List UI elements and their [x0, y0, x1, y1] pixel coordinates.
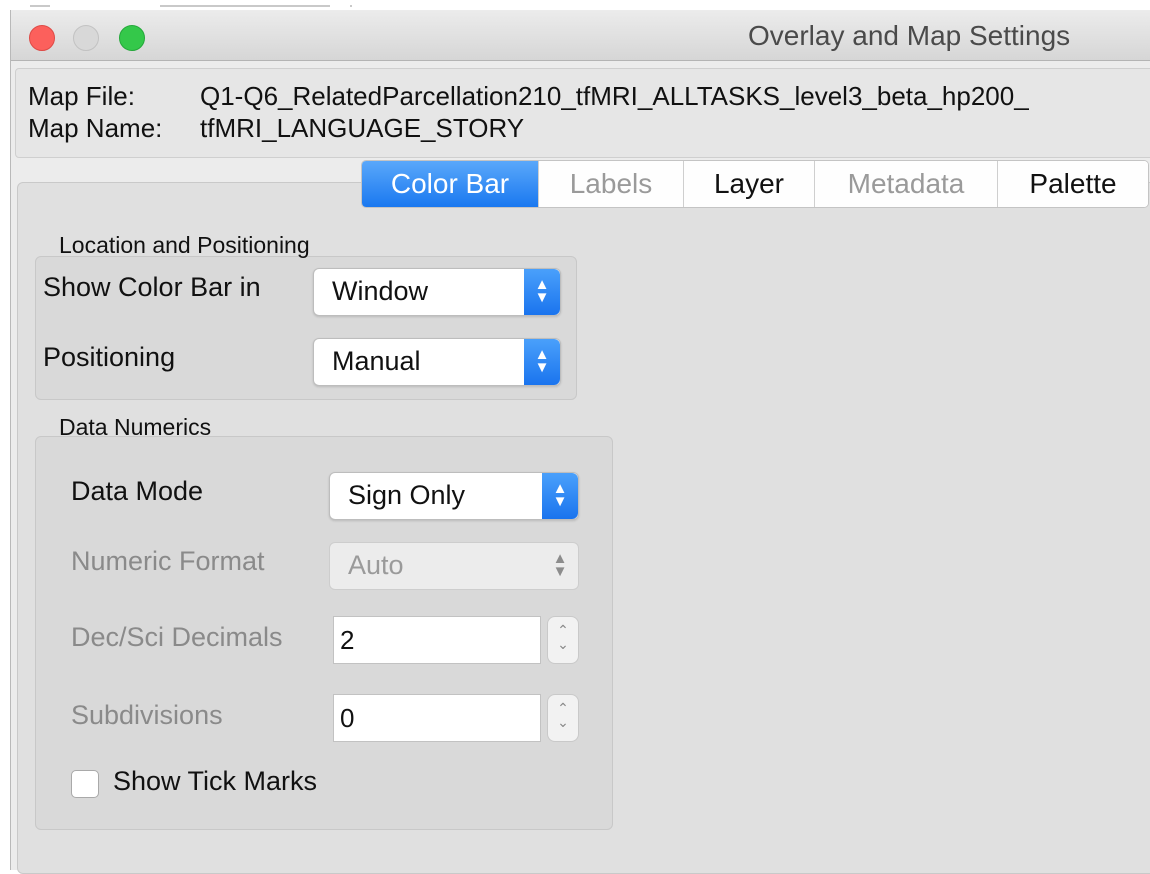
window-title: Overlay and Map Settings	[748, 20, 1071, 51]
show-color-bar-value: Window	[332, 276, 429, 306]
title-bar: Overlay and Map Settings	[11, 10, 1150, 61]
map-info-box: Map File: Q1-Q6_RelatedParcellation210_tf…	[15, 68, 1150, 158]
decimals-input[interactable]	[334, 617, 526, 663]
subdivisions-input[interactable]	[334, 695, 526, 741]
map-name-label: Map Name:	[28, 113, 163, 143]
numeric-format-label: Numeric Format	[71, 546, 265, 576]
data-mode-value: Sign Only	[348, 480, 466, 510]
data-numerics-group-title: Data Numerics	[59, 414, 212, 440]
stepper-up-icon[interactable]: ⌃	[548, 695, 578, 715]
subdivisions-label: Subdivisions	[71, 700, 223, 730]
tab-bar: Color Bar Labels Layer Metadata Palette	[361, 160, 1149, 208]
subdivisions-stepper[interactable]: ⌃ ⌄	[547, 694, 579, 742]
map-name-value: tfMRI_LANGUAGE_STORY	[200, 113, 525, 143]
settings-window: Overlay and Map Settings Map File: Q1-Q6_…	[10, 10, 1150, 874]
tab-labels: Labels	[539, 161, 684, 207]
positioning-select[interactable]: Manual ▲ ▼	[313, 338, 561, 386]
updown-arrows-icon: ▲ ▼	[524, 339, 560, 385]
updown-arrows-icon: ▲ ▼	[542, 473, 578, 519]
updown-arrows-icon: ▲ ▼	[552, 550, 568, 580]
show-tick-marks-checkbox[interactable]	[71, 770, 99, 798]
maximize-button[interactable]	[119, 25, 145, 51]
tab-layer[interactable]: Layer	[684, 161, 815, 207]
show-tick-marks-label[interactable]: Show Tick Marks	[113, 766, 317, 797]
decimals-stepper[interactable]: ⌃ ⌄	[547, 616, 579, 664]
numeric-format-select: Auto ▲ ▼	[329, 542, 579, 590]
positioning-label: Positioning	[43, 342, 176, 372]
stepper-down-icon[interactable]: ⌄	[548, 715, 578, 729]
minimize-button[interactable]	[73, 25, 99, 51]
subdivisions-field[interactable]	[333, 694, 541, 742]
decimals-field[interactable]	[333, 616, 541, 664]
stepper-up-icon[interactable]: ⌃	[548, 617, 578, 637]
numeric-format-value: Auto	[348, 550, 404, 580]
map-file-label: Map File:	[28, 81, 135, 111]
location-group-title: Location and Positioning	[59, 232, 310, 258]
decimals-label: Dec/Sci Decimals	[71, 622, 283, 652]
map-file-row: Map File: Q1-Q6_RelatedParcellation210_tf…	[28, 81, 1029, 112]
data-mode-select[interactable]: Sign Only ▲ ▼	[329, 472, 579, 520]
tab-metadata: Metadata	[815, 161, 998, 207]
data-mode-label: Data Mode	[71, 476, 204, 506]
tab-palette[interactable]: Palette	[998, 161, 1148, 207]
show-color-bar-label: Show Color Bar in	[43, 272, 261, 302]
stepper-down-icon[interactable]: ⌄	[548, 637, 578, 651]
close-button[interactable]	[29, 25, 55, 51]
tab-color-bar[interactable]: Color Bar	[362, 161, 539, 207]
map-file-value: Q1-Q6_RelatedParcellation210_tfMRI_ALLTA…	[200, 81, 1029, 111]
updown-arrows-icon: ▲ ▼	[524, 269, 560, 315]
map-name-row: Map Name: tfMRI_LANGUAGE_STORY	[28, 113, 524, 144]
positioning-value: Manual	[332, 346, 421, 376]
show-color-bar-select[interactable]: Window ▲ ▼	[313, 268, 561, 316]
